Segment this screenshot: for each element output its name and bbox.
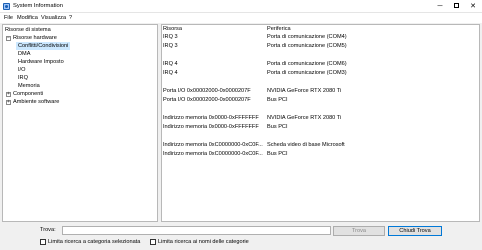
resource-cell: Porta I/O 0x00002000-0x0000207F bbox=[163, 88, 251, 94]
category-tree: Risorse di sistema − Risorse hardware Co… bbox=[2, 24, 158, 222]
find-bar: Trova: Trova Chiudi Trova Limita ricerca… bbox=[0, 222, 482, 250]
maximize-icon bbox=[453, 2, 459, 8]
menu-help[interactable]: ? bbox=[69, 15, 72, 21]
tree-item-irq[interactable]: IRQ bbox=[18, 74, 28, 82]
limit-to-category-checkbox[interactable] bbox=[40, 239, 46, 245]
find-input[interactable] bbox=[62, 226, 331, 235]
table-row[interactable]: IRQ 3 Porta di comunicazione (COM4) bbox=[162, 33, 479, 42]
find-label: Trova: bbox=[40, 227, 56, 233]
resource-cell: IRQ 3 bbox=[163, 34, 178, 40]
table-row[interactable]: Indirizzo memoria 0xC0000000-0xC0F... Sch… bbox=[162, 141, 479, 150]
title-bar: System Information ─ ✕ bbox=[0, 0, 482, 13]
device-cell: Porta di comunicazione (COM4) bbox=[267, 34, 347, 40]
table-row[interactable] bbox=[162, 51, 479, 60]
device-cell: Porta di comunicazione (COM5) bbox=[267, 43, 347, 49]
resource-cell: Indirizzo memoria 0x0000-0xFFFFFFF bbox=[163, 115, 259, 121]
tree-item-label: DMA bbox=[18, 51, 31, 57]
device-cell: Porta di comunicazione (COM6) bbox=[267, 61, 347, 67]
column-header-risorsa[interactable]: Risorsa bbox=[163, 26, 182, 32]
tree-item-label: Componenti bbox=[13, 91, 44, 97]
device-cell: Scheda video di base Microsoft bbox=[267, 142, 345, 148]
table-row[interactable] bbox=[162, 105, 479, 114]
table-row[interactable]: Porta I/O 0x00002000-0x0000207F NVIDIA Ge… bbox=[162, 87, 479, 96]
table-row[interactable] bbox=[162, 132, 479, 141]
tree-item-ambiente-software[interactable]: Ambiente software bbox=[13, 98, 59, 106]
device-cell: Bus PCI bbox=[267, 151, 288, 157]
device-cell: Bus PCI bbox=[267, 97, 288, 103]
tree-item-conflitti-condivisioni[interactable]: Conflitti/Condivisioni bbox=[16, 42, 71, 50]
tree-item-label: IRQ bbox=[18, 75, 28, 81]
collapse-icon[interactable]: − bbox=[6, 36, 11, 41]
resource-cell: Porta I/O 0x00002000-0x0000207F bbox=[163, 97, 251, 103]
device-cell: NVIDIA GeForce RTX 2080 Ti bbox=[267, 88, 342, 94]
tree-item-memoria[interactable]: Memoria bbox=[18, 82, 40, 90]
tree-item-label: Ambiente software bbox=[13, 99, 60, 105]
menu-bar: File Modifica Visualizza ? bbox=[0, 13, 482, 23]
menu-file[interactable]: File bbox=[4, 15, 13, 21]
resource-cell: IRQ 4 bbox=[163, 70, 178, 76]
close-find-button[interactable]: Chiudi Trova bbox=[388, 226, 442, 236]
tree-item-dma[interactable]: DMA bbox=[18, 50, 30, 58]
table-row[interactable]: IRQ 4 Porta di comunicazione (COM3) bbox=[162, 69, 479, 78]
resource-cell: IRQ 4 bbox=[163, 61, 178, 67]
device-cell: Bus PCI bbox=[267, 124, 288, 130]
tree-item-componenti[interactable]: Componenti bbox=[13, 90, 43, 98]
menu-modifica[interactable]: Modifica bbox=[17, 15, 38, 21]
resource-cell: Indirizzo memoria 0x0000-0xFFFFFFF bbox=[163, 124, 259, 130]
resource-cell: Indirizzo memoria 0xC0000000-0xC0F... bbox=[163, 151, 263, 157]
tree-item-risorse-di-sistema[interactable]: Risorse di sistema bbox=[5, 26, 51, 34]
table-row[interactable]: Porta I/O 0x00002000-0x0000207F Bus PCI bbox=[162, 96, 479, 105]
expand-icon[interactable]: + bbox=[6, 100, 11, 105]
find-button[interactable]: Trova bbox=[333, 226, 385, 236]
tree-item-label: Conflitti/Condivisioni bbox=[18, 43, 69, 49]
table-row[interactable]: IRQ 4 Porta di comunicazione (COM6) bbox=[162, 60, 479, 69]
device-cell: Porta di comunicazione (COM3) bbox=[267, 70, 347, 76]
tree-item-label: Hardware Imposto bbox=[18, 59, 64, 65]
table-row[interactable] bbox=[162, 78, 479, 87]
tree-item-label: I/O bbox=[18, 67, 26, 73]
maximize-button[interactable] bbox=[449, 0, 463, 13]
tree-item-hardware-imposto[interactable]: Hardware Imposto bbox=[18, 58, 64, 66]
limit-to-category-label: Limita ricerca a categoria selezionata bbox=[48, 239, 141, 245]
resource-cell: Indirizzo memoria 0xC0000000-0xC0F... bbox=[163, 142, 263, 148]
table-row[interactable]: IRQ 3 Porta di comunicazione (COM5) bbox=[162, 42, 479, 51]
system-information-icon bbox=[3, 3, 10, 10]
close-button[interactable]: ✕ bbox=[466, 0, 480, 13]
tree-item-risorse-hardware[interactable]: Risorse hardware bbox=[13, 34, 57, 42]
details-list: Risorsa Periferica IRQ 3 Porta di comunic… bbox=[161, 24, 480, 222]
limit-to-names-checkbox[interactable] bbox=[150, 239, 156, 245]
tree-item-io[interactable]: I/O bbox=[18, 66, 25, 74]
menu-visualizza[interactable]: Visualizza bbox=[41, 15, 66, 21]
tree-item-label: Memoria bbox=[18, 83, 40, 89]
minimize-button[interactable]: ─ bbox=[433, 0, 447, 13]
tree-item-label: Risorse hardware bbox=[13, 35, 57, 41]
limit-to-names-label: Limita ricerca ai nomi delle categorie bbox=[158, 239, 249, 245]
table-row[interactable]: Indirizzo memoria 0xC0000000-0xC0F... Bus… bbox=[162, 150, 479, 159]
device-cell: NVIDIA GeForce RTX 2080 Ti bbox=[267, 115, 342, 121]
resource-cell: IRQ 3 bbox=[163, 43, 178, 49]
table-row[interactable]: Indirizzo memoria 0x0000-0xFFFFFFF NVIDIA… bbox=[162, 114, 479, 123]
tree-item-label: Risorse di sistema bbox=[5, 27, 51, 33]
table-row[interactable]: Indirizzo memoria 0x0000-0xFFFFFFF Bus PC… bbox=[162, 123, 479, 132]
window-title: System Information bbox=[13, 3, 63, 9]
column-header-periferica[interactable]: Periferica bbox=[267, 26, 291, 32]
expand-icon[interactable]: + bbox=[6, 92, 11, 97]
